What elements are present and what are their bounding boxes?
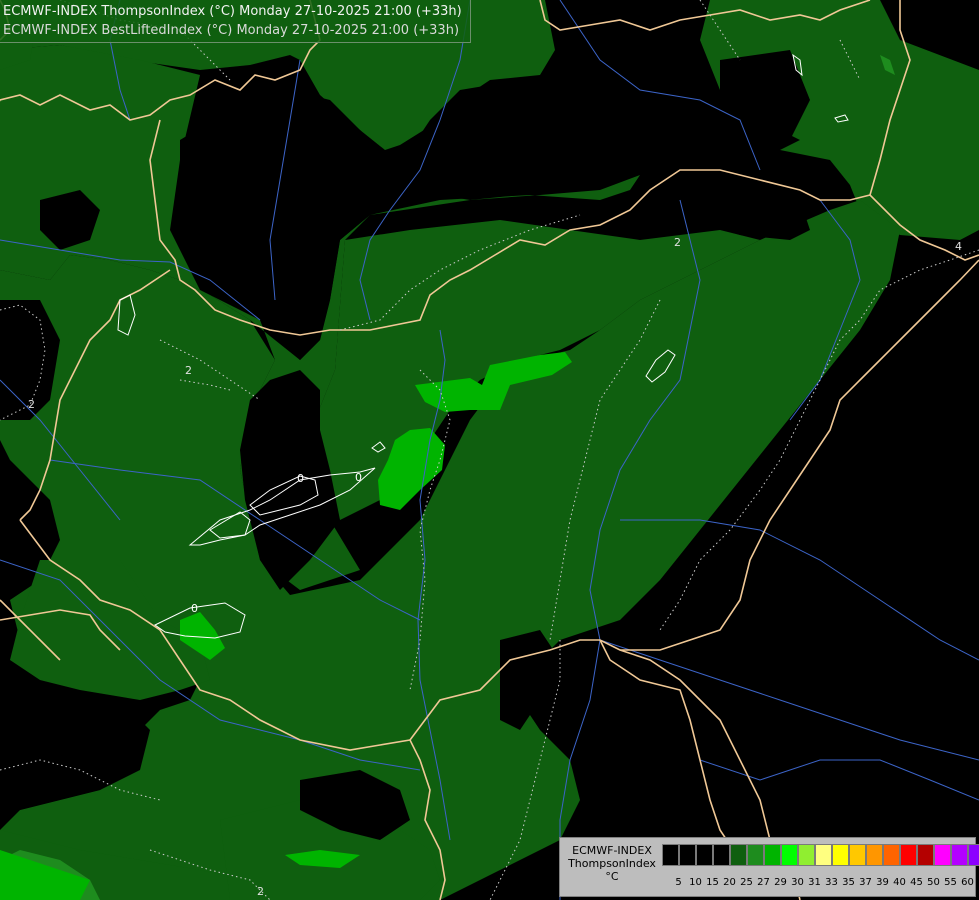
legend-tick-labels: 5 10 15 20 25 27 29 30 31 33 35 37 39 40 45 50 55 60 [662, 876, 974, 890]
legend-tick: 30 [791, 877, 804, 888]
legend-tick: 15 [706, 877, 719, 888]
color-legend: ECMWF-INDEX ThompsonIndex °C 5 10 15 20 25 27… [559, 837, 979, 897]
legend-swatch [764, 844, 781, 866]
legend-swatch [747, 844, 764, 866]
legend-label-source: ECMWF-INDEX [572, 844, 652, 857]
legend-swatch [679, 844, 696, 866]
contour-label: 0 [297, 472, 304, 485]
legend-tick: 33 [825, 877, 838, 888]
legend-label-parameter: ThompsonIndex [568, 857, 656, 870]
legend-tick: 20 [723, 877, 736, 888]
contour-label: 2 [28, 398, 35, 411]
legend-swatch [730, 844, 747, 866]
weather-map: 2 2 2 0 0 0 2 4 [0, 0, 979, 900]
map-title-box: ECMWF-INDEX ThompsonIndex (°C) Monday 27… [0, 0, 471, 43]
legend-label-unit: °C [605, 870, 619, 883]
legend-swatch [713, 844, 730, 866]
legend-swatch [900, 844, 917, 866]
legend-tick: 5 [675, 877, 682, 888]
legend-tick: 25 [740, 877, 753, 888]
legend-swatch [934, 844, 951, 866]
legend-tick: 37 [859, 877, 872, 888]
legend-swatch [696, 844, 713, 866]
legend-swatch [815, 844, 832, 866]
legend-swatch [883, 844, 900, 866]
legend-tick: 45 [910, 877, 923, 888]
contour-label: 4 [955, 240, 962, 253]
legend-label: ECMWF-INDEX ThompsonIndex °C [562, 844, 662, 883]
contour-label: 2 [185, 364, 192, 377]
contour-label: 0 [191, 602, 198, 615]
legend-tick: 55 [944, 877, 957, 888]
legend-swatch [866, 844, 883, 866]
legend-tick: 60 [961, 877, 974, 888]
legend-color-scale [662, 844, 979, 866]
legend-tick: 29 [774, 877, 787, 888]
legend-swatch [662, 844, 679, 866]
legend-swatch [781, 844, 798, 866]
legend-tick: 10 [689, 877, 702, 888]
legend-swatch [951, 844, 968, 866]
legend-tick: 27 [757, 877, 770, 888]
legend-swatch [832, 844, 849, 866]
legend-swatch [917, 844, 934, 866]
contour-label: 0 [355, 471, 362, 484]
legend-tick: 39 [876, 877, 889, 888]
map-title-primary: ECMWF-INDEX ThompsonIndex (°C) Monday 27… [3, 4, 462, 19]
legend-tick: 40 [893, 877, 906, 888]
legend-tick: 31 [808, 877, 821, 888]
map-title-secondary: ECMWF-INDEX BestLiftedIndex (°C) Monday … [3, 23, 460, 38]
legend-tick: 50 [927, 877, 940, 888]
legend-tick: 35 [842, 877, 855, 888]
contour-label: 2 [674, 236, 681, 249]
contour-label: 2 [257, 885, 264, 898]
legend-swatch [798, 844, 815, 866]
legend-swatch [849, 844, 866, 866]
legend-swatch [968, 844, 979, 866]
